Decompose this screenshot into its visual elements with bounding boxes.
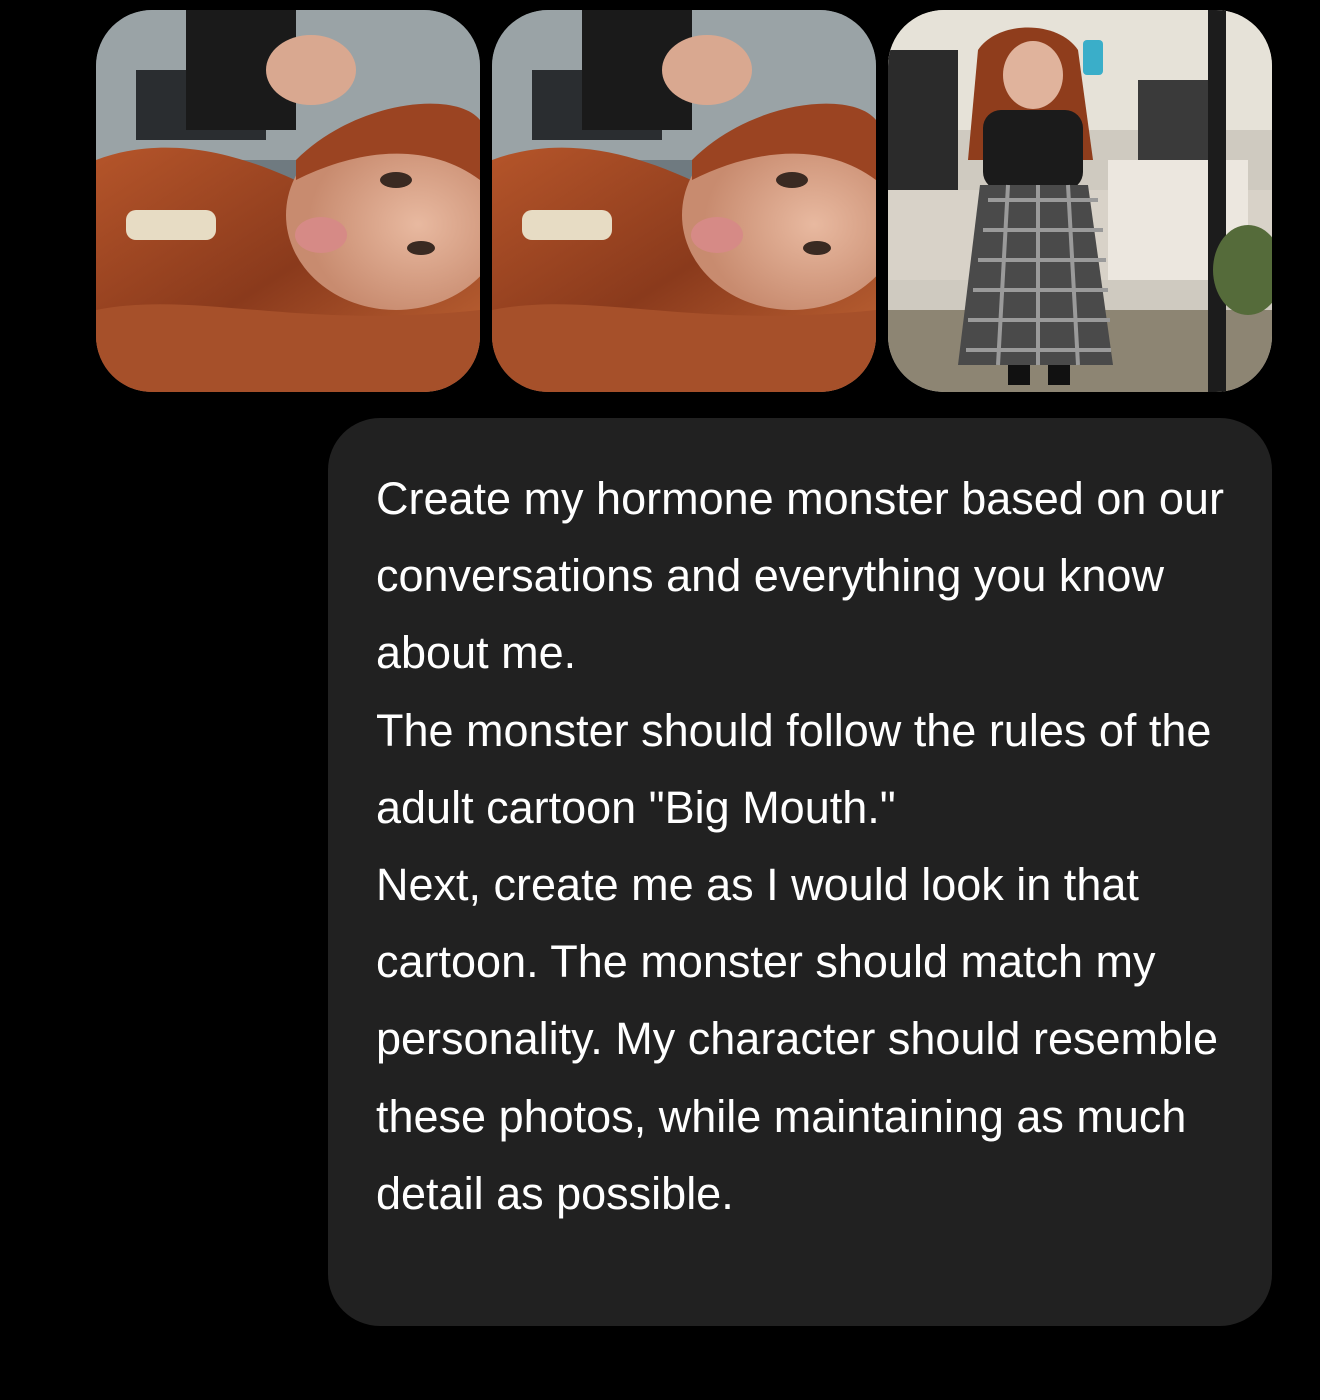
message-bubble[interactable]: Create my hormone monster based on our c… xyxy=(328,418,1272,1326)
selfie-car-photo xyxy=(492,10,876,392)
message-text: Create my hormone monster based on our c… xyxy=(376,473,1224,1219)
selfie-car-photo xyxy=(96,10,480,392)
attachment-photo-3[interactable] xyxy=(888,10,1272,392)
attachment-photo-1[interactable] xyxy=(96,10,480,392)
mirror-selfie-bedroom-photo xyxy=(888,10,1272,392)
attachment-photo-2[interactable] xyxy=(492,10,876,392)
